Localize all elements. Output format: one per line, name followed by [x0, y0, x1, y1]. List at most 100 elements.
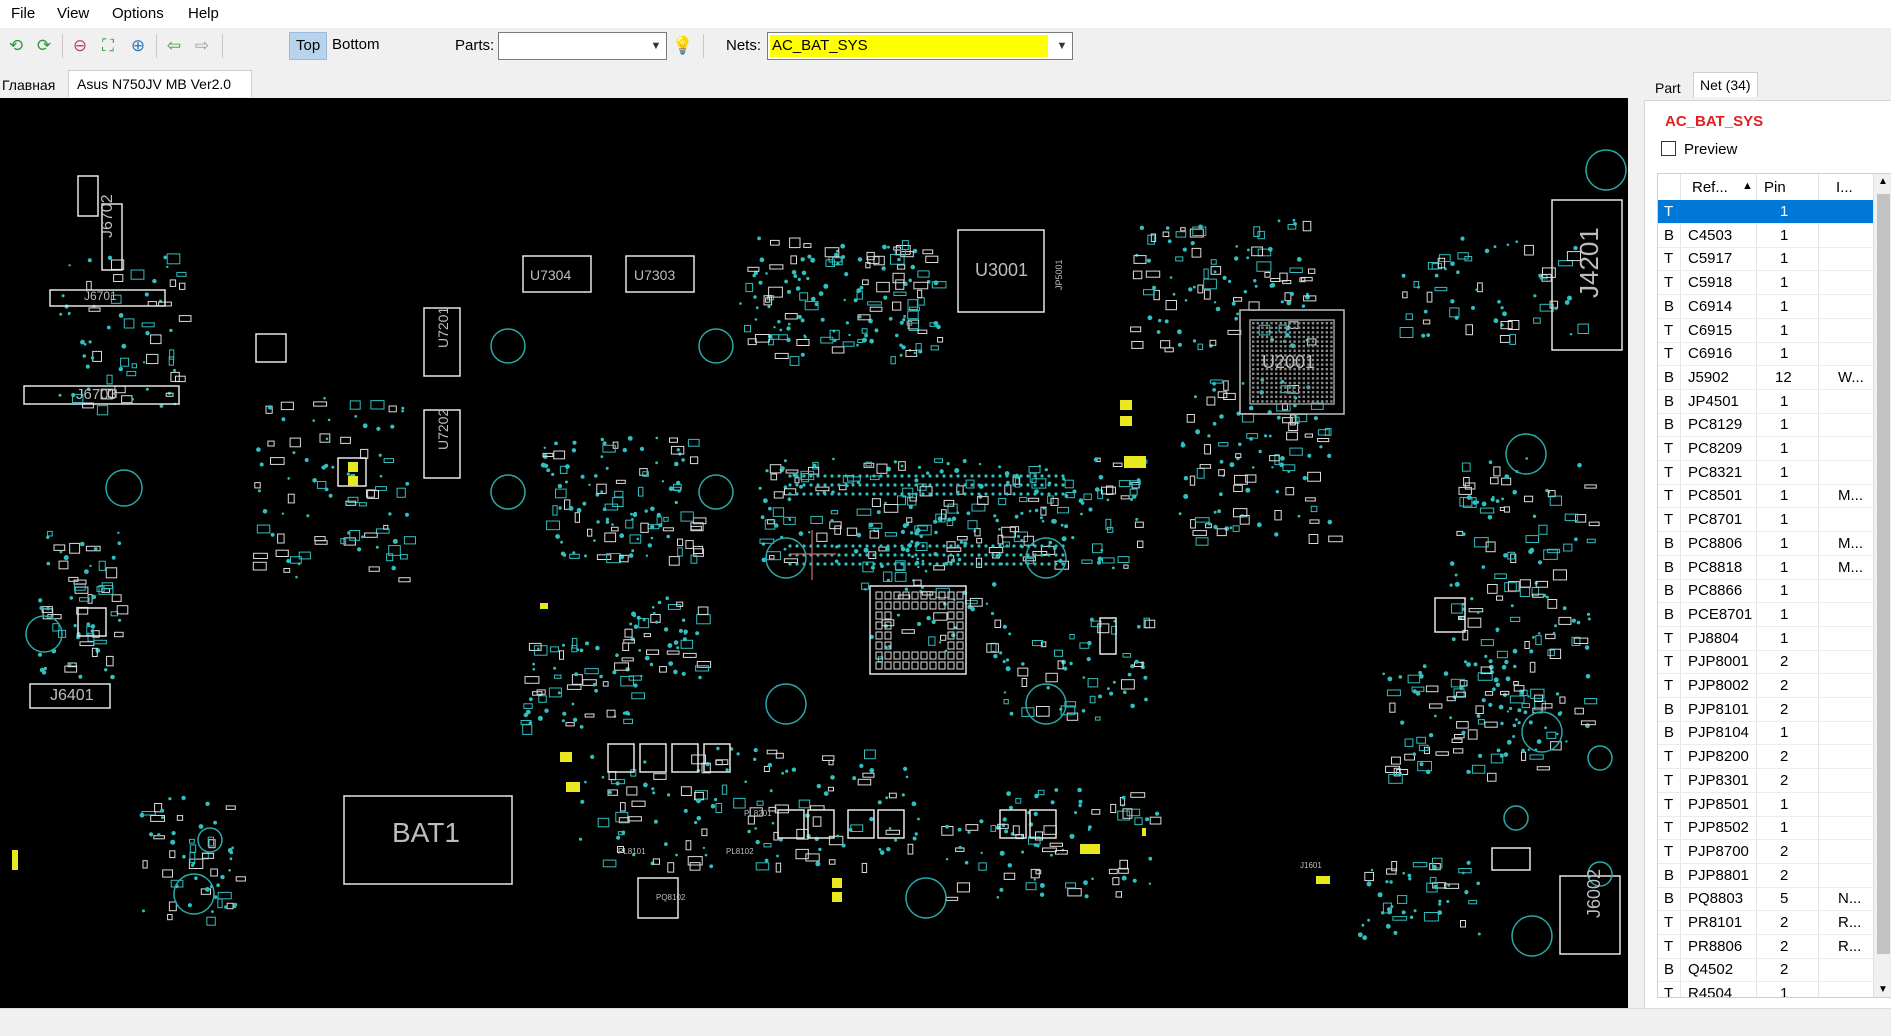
- net-pins-table[interactable]: Ref... ▲ Pin I... T 1 B C4503 1 T C5917 1 T C5918…: [1657, 173, 1891, 998]
- table-row[interactable]: B J5902 12 W...: [1658, 366, 1873, 390]
- pad: [666, 650, 680, 655]
- column-pin[interactable]: Pin: [1764, 179, 1786, 196]
- row-side: T: [1664, 345, 1674, 363]
- vertical-scrollbar[interactable]: ▲ ▼: [1873, 174, 1891, 997]
- table-row[interactable]: T PR8806 2 R...: [1658, 935, 1873, 959]
- table-row[interactable]: B PJP8801 2: [1658, 864, 1873, 888]
- rotate-left-icon[interactable]: ⟲: [6, 36, 26, 56]
- nets-combobox[interactable]: AC_BAT_SYS ▼: [767, 32, 1073, 60]
- chevron-down-icon[interactable]: ▼: [646, 33, 666, 59]
- tab-home[interactable]: Главная: [2, 77, 55, 93]
- rotate-right-icon[interactable]: ⟳: [34, 36, 54, 56]
- table-row[interactable]: T PJP8002 2: [1658, 674, 1873, 698]
- table-row[interactable]: T PJP8501 1: [1658, 793, 1873, 817]
- table-row[interactable]: T PC8701 1: [1658, 508, 1873, 533]
- pad: [295, 575, 298, 579]
- chevron-down-icon[interactable]: ▼: [1052, 33, 1072, 59]
- menu-file[interactable]: File: [11, 5, 35, 22]
- pad: [1428, 733, 1434, 738]
- pad: [585, 641, 589, 646]
- pad: [1218, 442, 1229, 447]
- table-row[interactable]: T PC8321 1: [1658, 461, 1873, 485]
- fit-screen-icon[interactable]: ⛶: [98, 36, 118, 56]
- table-row[interactable]: B Q4502 2: [1658, 958, 1873, 983]
- pad: [640, 674, 643, 678]
- pad: [612, 670, 617, 675]
- table-row[interactable]: T R4504 1: [1658, 982, 1873, 997]
- column-ref[interactable]: Ref...: [1692, 179, 1728, 196]
- pad: [775, 524, 779, 528]
- preview-checkbox[interactable]: Preview: [1661, 141, 1737, 158]
- tab-board-file[interactable]: Asus N750JV MB Ver2.0: [68, 70, 252, 97]
- table-row[interactable]: B PQ8803 5 N...: [1658, 887, 1873, 912]
- table-row[interactable]: T PJP8301 2: [1658, 769, 1873, 793]
- bga-pad: [1293, 386, 1296, 389]
- table-row[interactable]: B PJP8104 1: [1658, 721, 1873, 746]
- bga-pad: [1330, 386, 1333, 389]
- table-row[interactable]: B C6914 1: [1658, 295, 1873, 319]
- pad: [809, 483, 813, 487]
- zoom-in-icon[interactable]: ⊕: [128, 36, 148, 56]
- table-row[interactable]: T PJP8700 2: [1658, 840, 1873, 864]
- pad: [1184, 299, 1188, 302]
- table-row[interactable]: B PCE8701 1: [1658, 603, 1873, 627]
- pad: [1545, 595, 1549, 599]
- table-row[interactable]: T PJP8502 1: [1658, 816, 1873, 841]
- scrollbar-thumb[interactable]: [1877, 194, 1890, 954]
- arrow-back-icon[interactable]: ⇦: [164, 36, 184, 56]
- board-canvas[interactable]: J6702J6701J6703J6401U7304 U7303U7201U7202…: [0, 98, 1628, 1008]
- table-row[interactable]: T C6916 1: [1658, 342, 1873, 367]
- checkbox-icon[interactable]: [1661, 141, 1676, 156]
- pad: [1425, 685, 1439, 693]
- table-row[interactable]: T PJP8200 2: [1658, 745, 1873, 770]
- pad: [1466, 769, 1471, 775]
- table-row[interactable]: B PJP8101 2: [1658, 698, 1873, 722]
- menu-options[interactable]: Options: [112, 5, 164, 22]
- table-row[interactable]: T PR8101 2 R...: [1658, 911, 1873, 935]
- table-row[interactable]: T1: [1658, 200, 1873, 224]
- table-row[interactable]: B PC8866 1: [1658, 579, 1873, 604]
- table-row[interactable]: T PC8209 1: [1658, 437, 1873, 461]
- pad: [1558, 260, 1573, 267]
- bottom-layer-button[interactable]: Bottom: [326, 32, 386, 58]
- pad: [1087, 640, 1092, 646]
- pad: [753, 757, 757, 761]
- top-layer-button[interactable]: Top: [289, 32, 328, 60]
- bga-pad: [1330, 354, 1333, 357]
- table-row[interactable]: B JP4501 1: [1658, 390, 1873, 414]
- scroll-up-icon[interactable]: ▲: [1878, 176, 1888, 187]
- table-row[interactable]: B PC8806 1 M...: [1658, 532, 1873, 556]
- menu-view[interactable]: View: [57, 5, 89, 22]
- table-row[interactable]: T C6915 1: [1658, 319, 1873, 343]
- table-row[interactable]: B PC8818 1 M...: [1658, 556, 1873, 580]
- pad: [963, 544, 967, 548]
- pad: [801, 270, 807, 276]
- parts-combobox[interactable]: ▼: [498, 32, 667, 60]
- bga-pad: [1325, 358, 1328, 362]
- tab-net[interactable]: Net (34): [1693, 72, 1758, 97]
- table-row[interactable]: T PJ8804 1: [1658, 627, 1873, 651]
- pad: [978, 462, 982, 466]
- pad: [806, 276, 810, 281]
- table-row[interactable]: B PC8129 1: [1658, 413, 1873, 438]
- pad: [970, 562, 974, 566]
- lightbulb-icon[interactable]: 💡: [672, 36, 693, 56]
- table-row[interactable]: B C4503 1: [1658, 224, 1873, 248]
- table-row[interactable]: T C5917 1: [1658, 247, 1873, 272]
- arrow-forward-icon[interactable]: ⇨: [192, 36, 212, 56]
- tab-part[interactable]: Part: [1649, 76, 1687, 100]
- pad: [900, 474, 904, 478]
- table-row[interactable]: T C5918 1: [1658, 271, 1873, 296]
- pad: [1009, 711, 1014, 716]
- board-view[interactable]: J6702 J6701 J6703 J6401 U7304 U7303 U7201 U7202…: [0, 98, 1628, 1008]
- pad: [933, 565, 946, 571]
- column-info[interactable]: I...: [1836, 179, 1853, 196]
- pad: [1501, 497, 1504, 501]
- table-row[interactable]: T PC8501 1 M...: [1658, 484, 1873, 509]
- pad: [823, 483, 827, 487]
- pad: [998, 562, 1002, 566]
- table-row[interactable]: T PJP8001 2: [1658, 650, 1873, 675]
- menu-help[interactable]: Help: [188, 5, 219, 22]
- scroll-down-icon[interactable]: ▼: [1878, 984, 1888, 995]
- zoom-out-icon[interactable]: ⊖: [70, 36, 90, 56]
